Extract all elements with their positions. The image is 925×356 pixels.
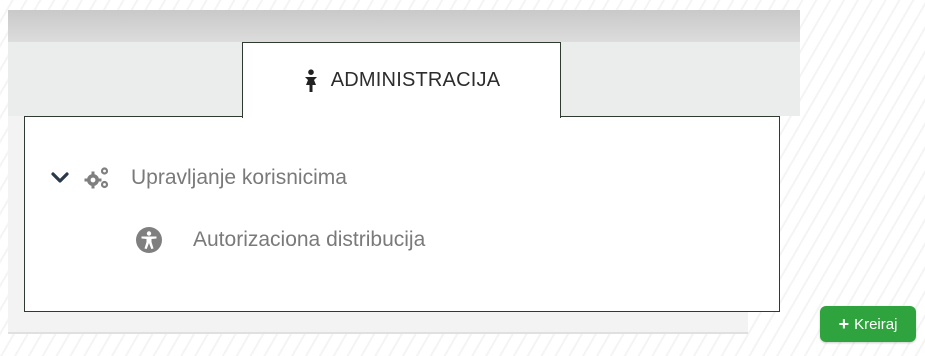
header-shadow: [8, 10, 800, 42]
tab-administracija[interactable]: ADMINISTRACIJA: [242, 42, 561, 118]
create-button[interactable]: + Kreiraj: [820, 306, 916, 342]
admin-menu-panel: Upravljanje korisnicima Autorizaciona di…: [24, 116, 780, 312]
create-button-label: Kreiraj: [854, 315, 898, 333]
tree-item-authorization-distribution[interactable]: Autorizaciona distribucija: [135, 226, 425, 254]
plus-icon: +: [838, 314, 850, 334]
universal-access-icon: [136, 227, 162, 253]
tree-item-label: Autorizaciona distribucija: [193, 228, 426, 251]
tree-item-user-management[interactable]: Upravljanje korisnicima: [51, 165, 347, 191]
tab-label: ADMINISTRACIJA: [330, 69, 501, 91]
gears-icon: [84, 167, 109, 189]
person-icon: [304, 68, 317, 92]
chevron-down-icon[interactable]: [51, 171, 69, 185]
tree-item-label: Upravljanje korisnicima: [131, 166, 347, 189]
